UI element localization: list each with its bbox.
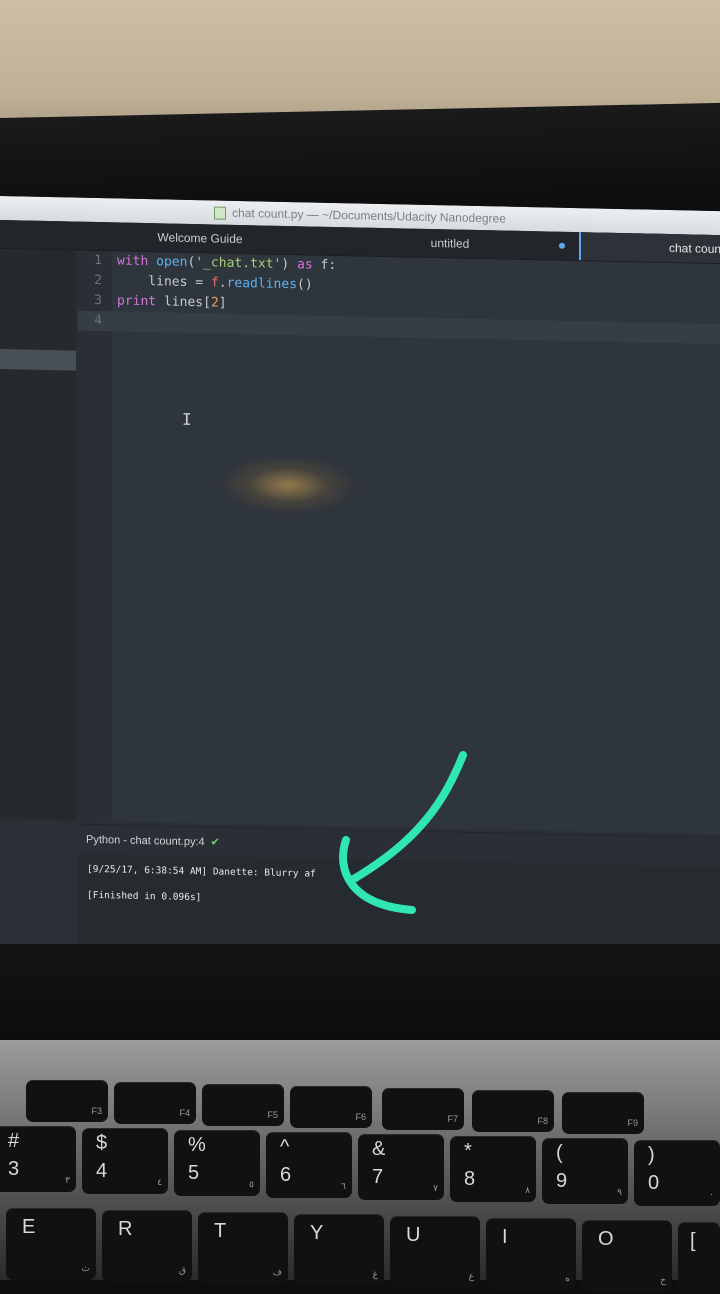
key-3[interactable]: #3 ٣ xyxy=(0,1126,76,1192)
tab-untitled[interactable]: untitled xyxy=(390,228,510,259)
key-f7[interactable]: F7 xyxy=(382,1088,464,1130)
key-bracket[interactable]: [ xyxy=(678,1222,720,1294)
laptop-bezel-bottom xyxy=(0,944,720,1044)
key-e[interactable]: Eث xyxy=(6,1208,96,1280)
key-o[interactable]: Oخ xyxy=(582,1220,672,1292)
laptop-bezel-top xyxy=(0,102,720,203)
screen-glare xyxy=(218,453,358,517)
checkmark-icon: ✔ xyxy=(210,836,220,849)
key-f9[interactable]: F9 xyxy=(562,1092,644,1134)
key-u[interactable]: Uع xyxy=(390,1216,480,1288)
key-4[interactable]: $4 ٤ xyxy=(82,1128,168,1194)
key-i[interactable]: Iه xyxy=(486,1218,576,1290)
key-f5[interactable]: F5 xyxy=(202,1084,284,1126)
key-9[interactable]: (9 ٩ xyxy=(542,1138,628,1204)
build-status-label: Python - chat count.py:4 xyxy=(86,833,205,849)
line-number: 2 xyxy=(94,272,102,289)
line-number: 1 xyxy=(94,252,102,269)
key-f6[interactable]: F6 xyxy=(290,1086,372,1128)
output-line: [9/25/17, 6:38:54 AM] Danette: Blurry af xyxy=(87,863,316,880)
line-number: 3 xyxy=(94,292,102,309)
laptop-screen: chat count.py — ~/Documents/Udacity Nano… xyxy=(0,196,720,960)
key-t[interactable]: Tف xyxy=(198,1212,288,1284)
key-f8[interactable]: F8 xyxy=(472,1090,554,1132)
key-7[interactable]: & 7 ٧ xyxy=(358,1134,444,1200)
line-number: 4 xyxy=(94,312,102,329)
key-8[interactable]: * 8 ٨ xyxy=(450,1136,536,1202)
key-5[interactable]: % 5 ٥ xyxy=(174,1130,260,1196)
window-title: chat count.py — ~/Documents/Udacity Nano… xyxy=(232,205,506,226)
output-line: [Finished in 0.096s] xyxy=(87,889,202,904)
key-f4[interactable]: F4 xyxy=(114,1082,196,1124)
key-f3[interactable]: F3 xyxy=(26,1080,108,1122)
tab-welcome-guide[interactable]: Welcome Guide xyxy=(140,223,260,254)
tab-chat-count[interactable]: chat coun xyxy=(579,232,720,264)
text-cursor-icon: I xyxy=(182,409,192,430)
key-0[interactable]: ) 0 ٠ xyxy=(634,1140,720,1206)
key-r[interactable]: Rق xyxy=(102,1210,192,1282)
modified-dot-icon xyxy=(559,242,565,249)
python-file-icon xyxy=(214,205,227,220)
code-editor[interactable]: 1 with open('_chat.txt') as f: 2 lines = … xyxy=(78,250,720,835)
keyboard-deck: F3 F4 F5 F6 F7 F8 F9 #3 ٣ $4 ٤ % 5 ٥ ^ 6 ٦ & 7 ٧… xyxy=(0,1040,720,1294)
sidebar-selected-item[interactable] xyxy=(0,349,76,371)
line-number-gutter xyxy=(78,250,112,822)
key-y[interactable]: Yغ xyxy=(294,1214,384,1286)
tree-view-sidebar xyxy=(0,249,76,821)
key-6[interactable]: ^ 6 ٦ xyxy=(266,1132,352,1198)
